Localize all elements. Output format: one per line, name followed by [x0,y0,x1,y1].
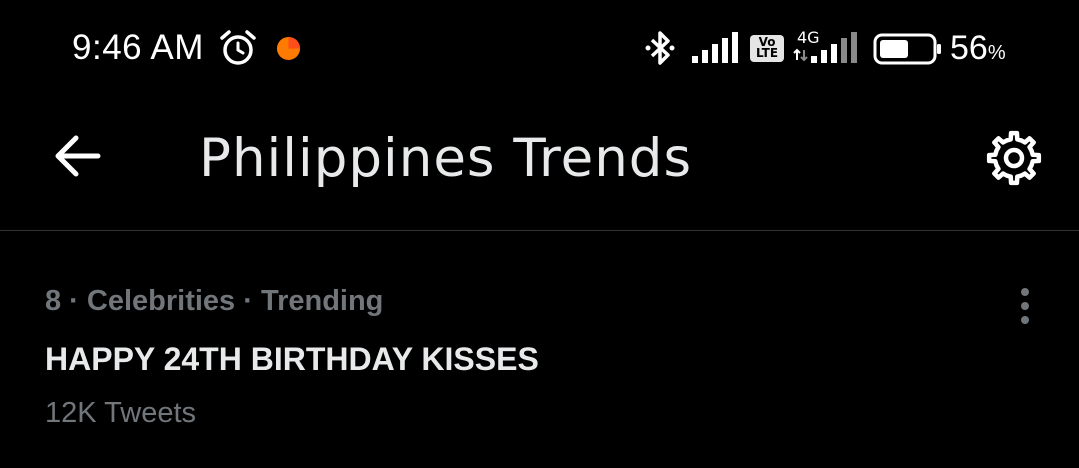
signal-icon-2 [793,32,857,63]
settings-button[interactable] [980,124,1048,192]
battery-icon [873,33,941,65]
alarm-icon [220,30,256,65]
trend-name: HAPPY 24TH BIRTHDAY KISSES [45,341,539,377]
battery-value: 56 [950,29,988,67]
notification-dot-icon [276,36,301,61]
status-time: 9:46 AM [72,28,204,67]
trend-meta: 8 · Celebrities · Trending [45,285,384,317]
battery-percentage: 56% [950,29,1006,68]
more-vertical-icon [1021,288,1029,324]
back-button[interactable] [48,130,108,182]
page-title: Philippines Trends [199,128,693,189]
arrow-left-icon [55,135,101,177]
battery-unit: % [987,42,1006,64]
status-bar: 9:46 AM Vo LTE 4G 56% [0,0,1079,100]
more-options-button[interactable] [1010,287,1040,327]
trend-tweet-count: 12K Tweets [45,397,197,429]
volte-icon: Vo LTE [750,35,784,62]
gear-icon [986,130,1042,186]
bluetooth-icon [645,31,675,65]
signal-icon [692,32,738,63]
trend-item[interactable]: 8 · Celebrities · Trending HAPPY 24TH BI… [0,231,1079,468]
top-app-bar: Philippines Trends [0,100,1079,231]
battery-fill [880,40,908,58]
volte-line2: LTE [755,46,779,60]
